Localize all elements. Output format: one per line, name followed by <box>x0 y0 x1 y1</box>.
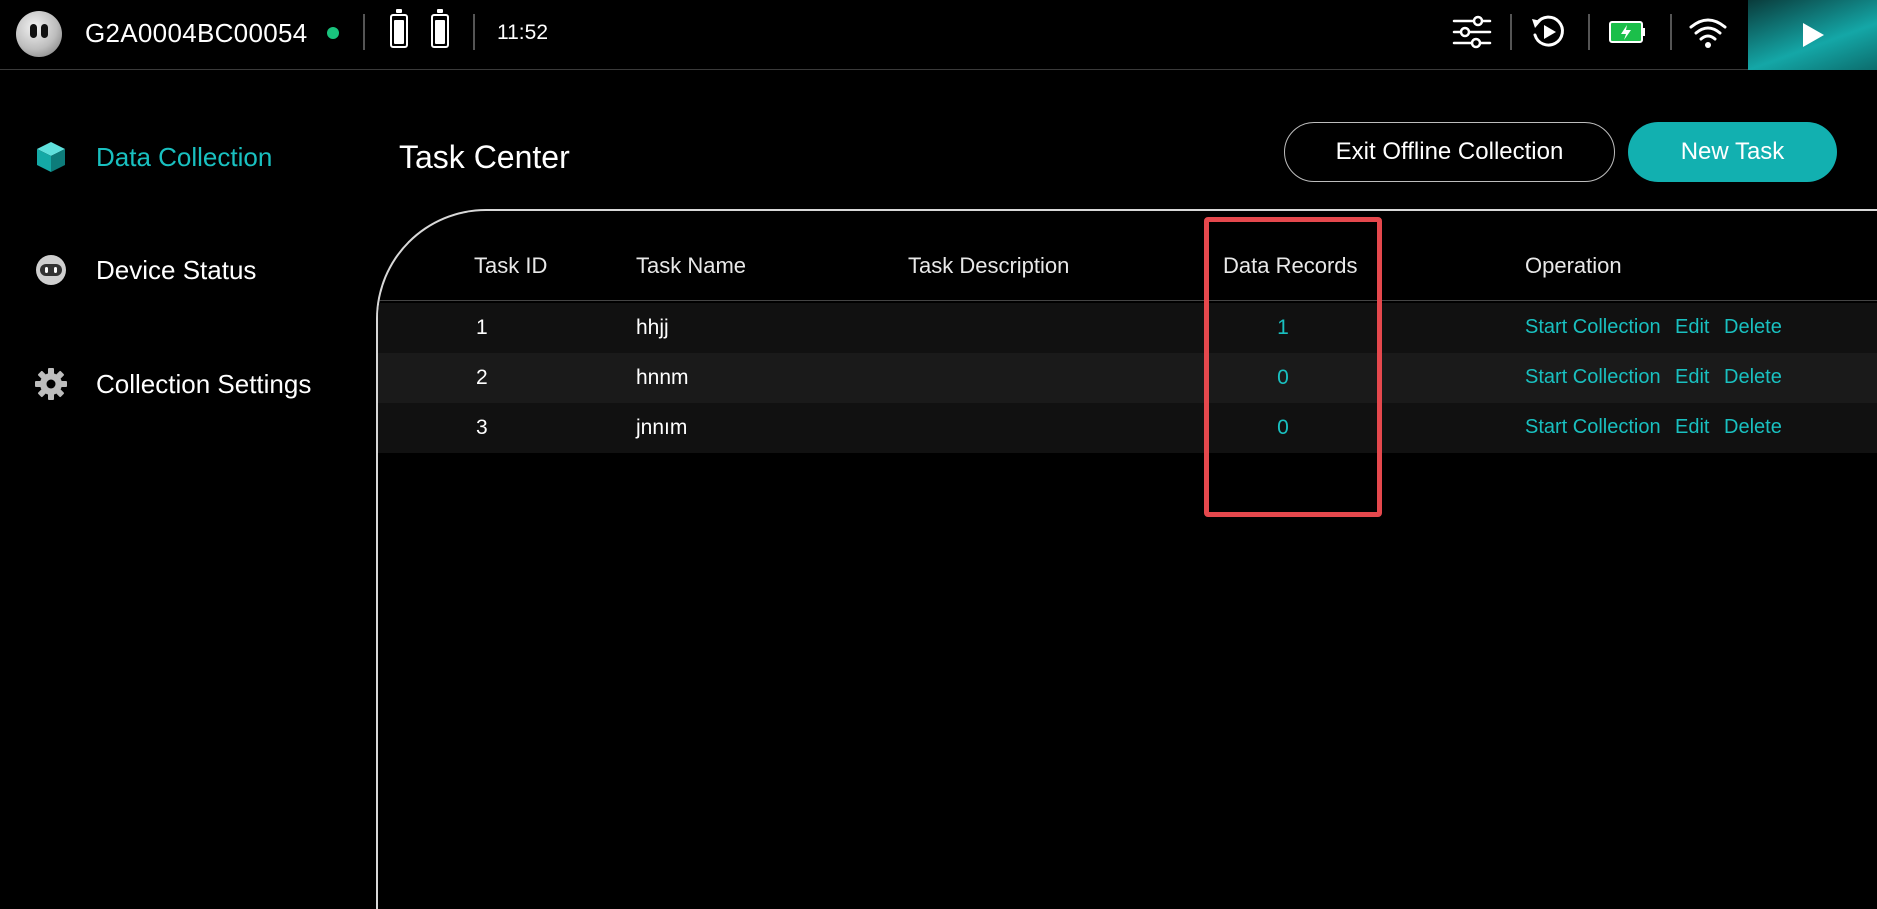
charging-battery-icon <box>1608 12 1648 52</box>
exit-offline-collection-button[interactable]: Exit Offline Collection <box>1284 122 1615 182</box>
task-name: hnnm <box>636 366 689 389</box>
replay-icon[interactable] <box>1528 12 1568 52</box>
data-records-count: 0 <box>1277 366 1289 389</box>
sidebar-item-data-collection[interactable]: Data Collection <box>30 132 272 182</box>
column-header-task-id: Task ID <box>474 253 548 278</box>
divider <box>1510 14 1512 50</box>
sidebar-item-collection-settings[interactable]: Collection Settings <box>30 359 311 409</box>
task-id: 2 <box>476 366 488 389</box>
sidebar-item-label: Collection Settings <box>96 368 312 399</box>
table-row: 1 hhjj 1 Start Collection Edit Delete <box>378 303 1877 353</box>
start-collection-link[interactable]: Start Collection <box>1525 316 1661 339</box>
page-title: Task Center <box>399 139 570 175</box>
edit-link[interactable]: Edit <box>1675 416 1709 439</box>
battery-icon <box>390 9 408 48</box>
cube-icon <box>30 136 72 178</box>
task-id: 3 <box>476 416 488 439</box>
online-status-dot <box>327 27 339 39</box>
device-id: G2A0004BC00054 <box>85 18 308 48</box>
edit-link[interactable]: Edit <box>1675 316 1709 339</box>
table-row: 2 hnnm 0 Start Collection Edit Delete <box>378 353 1877 403</box>
data-records-count: 0 <box>1277 416 1289 439</box>
column-header-operation: Operation <box>1525 253 1622 278</box>
task-table: Task ID Task Name Task Description Data … <box>376 209 1877 909</box>
table-header: Task ID Task Name Task Description Data … <box>378 211 1877 301</box>
play-button[interactable] <box>1748 0 1877 70</box>
task-id: 1 <box>476 316 488 339</box>
divider <box>363 14 365 50</box>
column-header-task-description: Task Description <box>908 253 1070 278</box>
column-header-data-records: Data Records <box>1223 253 1358 278</box>
start-collection-link[interactable]: Start Collection <box>1525 366 1661 389</box>
clock: 11:52 <box>497 21 548 44</box>
robot-avatar[interactable] <box>16 11 62 57</box>
sliders-icon[interactable] <box>1452 12 1492 52</box>
divider <box>1588 14 1590 50</box>
divider <box>473 14 475 50</box>
new-task-button[interactable]: New Task <box>1628 122 1837 182</box>
status-bar: G2A0004BC00054 11:52 <box>0 0 1877 70</box>
task-name: hhjj <box>636 316 669 339</box>
sidebar-item-label: Data Collection <box>96 141 273 172</box>
play-icon <box>1802 23 1824 47</box>
column-header-task-name: Task Name <box>636 253 747 278</box>
task-name: jnnım <box>636 416 688 439</box>
delete-link[interactable]: Delete <box>1724 316 1782 339</box>
robot-head-icon <box>30 249 72 291</box>
sidebar-item-label: Device Status <box>96 254 257 285</box>
start-collection-link[interactable]: Start Collection <box>1525 416 1661 439</box>
sidebar-item-device-status[interactable]: Device Status <box>30 245 256 295</box>
battery-icon <box>431 9 449 48</box>
table-row: 3 jnnım 0 Start Collection Edit Delete <box>378 403 1877 453</box>
edit-link[interactable]: Edit <box>1675 366 1709 389</box>
wifi-icon <box>1688 12 1728 52</box>
divider <box>1670 14 1672 50</box>
data-records-count: 1 <box>1277 316 1289 339</box>
gear-icon <box>30 363 72 405</box>
delete-link[interactable]: Delete <box>1724 366 1782 389</box>
delete-link[interactable]: Delete <box>1724 416 1782 439</box>
